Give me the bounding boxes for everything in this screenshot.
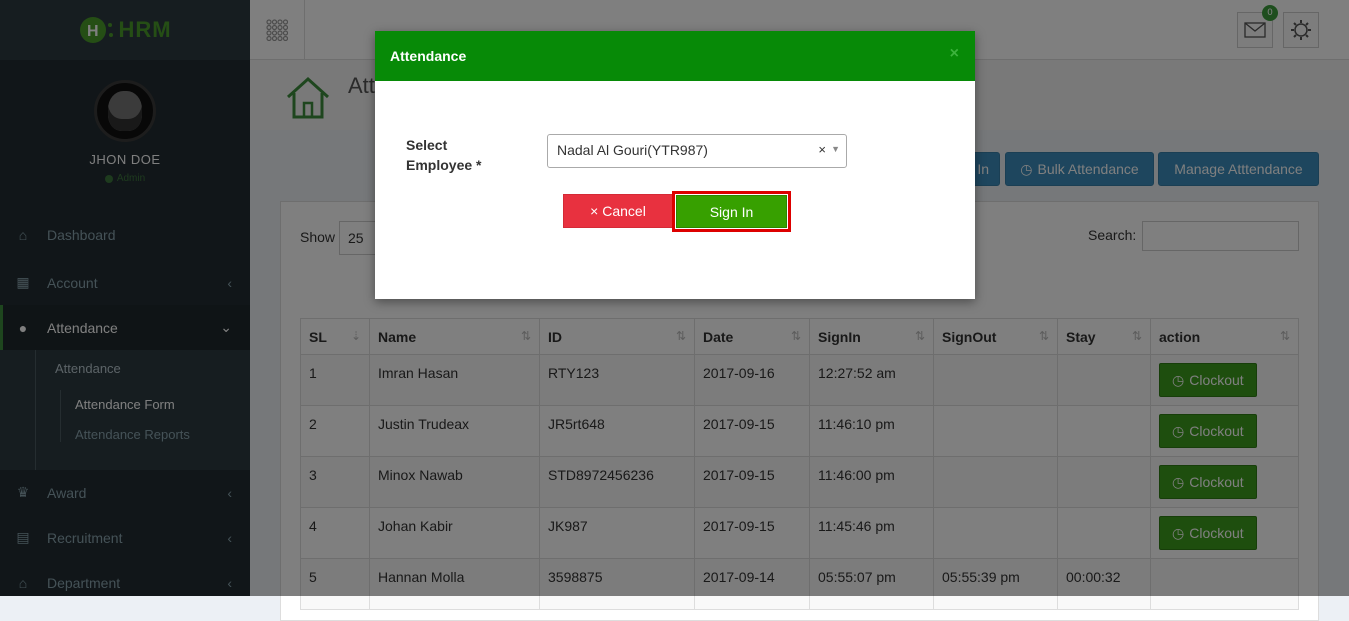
- employee-select-value: Nadal Al Gouri(YTR987): [557, 142, 708, 158]
- modal-header: Attendance ×: [375, 31, 975, 81]
- attendance-modal: Attendance × Select Employee * Nadal Al …: [375, 31, 975, 299]
- modal-sign-in-button[interactable]: Sign In: [676, 195, 787, 228]
- highlight-box: Sign In: [672, 191, 791, 232]
- clear-selection-icon[interactable]: ×: [818, 142, 826, 157]
- employee-select[interactable]: Nadal Al Gouri(YTR987) × ▼: [547, 134, 847, 168]
- select-employee-label: Select Employee *: [406, 137, 482, 173]
- modal-title: Attendance: [390, 48, 467, 64]
- close-icon[interactable]: ×: [950, 45, 959, 63]
- cancel-button[interactable]: × Cancel: [563, 194, 673, 228]
- caret-down-icon: ▼: [831, 144, 840, 154]
